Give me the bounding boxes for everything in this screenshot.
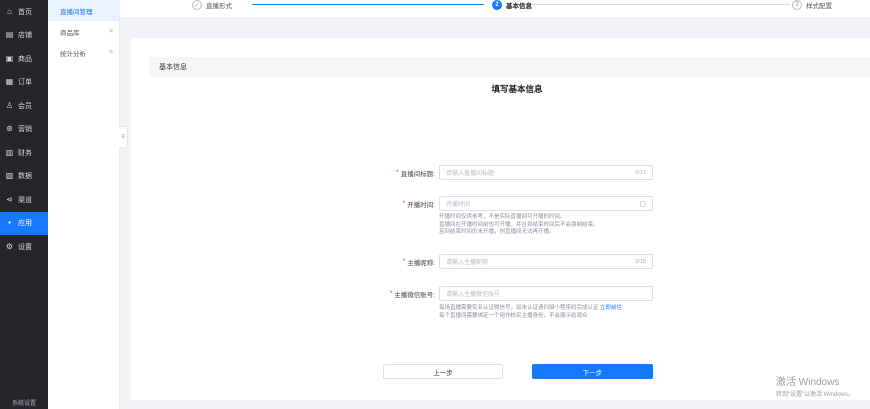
start-time-label: * 开播时间: — [402, 200, 435, 209]
char-counter: 0/17 — [635, 169, 646, 176]
nav-item-label: 会员 — [18, 102, 32, 110]
nav-item-5[interactable]: ⊛ 营销 — [0, 118, 48, 142]
subnav-item-1[interactable]: 商品库 > — [48, 21, 119, 42]
section-title: 基本信息 — [149, 57, 870, 77]
nav-item-label: 营销 — [18, 126, 32, 134]
anchor-name-input[interactable]: 请输入主播昵称 0/15 — [439, 254, 653, 269]
main-nav: ⌂ 首页 ▤ 店铺 ▣ 商品 ▦ 订单 ♙ 会员 ⊛ 营销 ▥ 财务 ▧ 数据 ⋖ 渠道 ▪ 应用 ⚙ 设置 — [0, 0, 48, 409]
subnav-item-0[interactable]: 直播间管理 — [48, 0, 119, 21]
step-number: 2 — [492, 0, 502, 10]
goods-icon: ▣ — [5, 53, 14, 63]
step-3: 3 样式配置 — [792, 0, 832, 10]
previous-step-button[interactable]: 上一步 — [383, 364, 503, 379]
subnav-item-label: 商品库 — [60, 29, 80, 37]
home-icon: ⌂ — [7, 6, 12, 16]
subnav-item-label: 直播间管理 — [60, 8, 93, 16]
room-title-row: * 直播间标题: — [331, 165, 435, 180]
step-label: 样式配置 — [806, 3, 832, 10]
nav-item-label: 渠道 — [18, 196, 32, 204]
anchor-name-label: * 主播昵称: — [402, 258, 435, 267]
collapse-icon: ≡ — [121, 134, 125, 140]
nav-item-label: 店铺 — [18, 32, 32, 40]
finance-icon: ▥ — [5, 147, 14, 157]
nav-item-4[interactable]: ♙ 会员 — [0, 94, 48, 118]
next-step-button[interactable]: 下一步 — [532, 364, 653, 379]
nav-item-2[interactable]: ▣ 商品 — [0, 47, 48, 71]
channel-icon: ⋖ — [6, 194, 13, 204]
nav-item-1[interactable]: ▤ 店铺 — [0, 24, 48, 48]
step-2: 2 基本信息 — [492, 0, 532, 10]
step-connector-pending — [518, 4, 790, 5]
apps-icon: ▪ — [8, 218, 11, 228]
go-now-link[interactable]: 立即前往 — [600, 305, 622, 311]
check-icon: ✓ — [192, 0, 202, 10]
room-title-input[interactable]: 请输入直播间标题 0/17 — [439, 165, 653, 180]
settings-icon: ⚙ — [5, 241, 14, 251]
start-time-picker[interactable]: 开播时间 ▢ — [439, 196, 653, 211]
anchor-wechat-row: * 主播微信账号: — [331, 286, 435, 301]
anchor-wechat-hint: 每场直播需要实名认证微信号，如未认证请扫描小程序码完成认证 立即前往 每个直播间… — [439, 305, 623, 319]
nav-item-label: 设置 — [18, 243, 32, 251]
chevron-right-icon: > — [108, 28, 113, 35]
step-connector-complete — [252, 4, 484, 5]
char-counter: 0/15 — [635, 258, 646, 265]
step-number: 3 — [792, 0, 802, 10]
nav-item-7[interactable]: ▧ 数据 — [0, 165, 48, 189]
subnav-item-2[interactable]: 统计分析 > — [48, 42, 119, 63]
anchor-name-row: * 主播昵称: — [331, 254, 435, 269]
chevron-right-icon: > — [108, 49, 113, 56]
collapse-sidebar-button[interactable]: ≡ — [119, 126, 128, 148]
nav-item-label: 订单 — [18, 79, 32, 87]
step-label: 直播形式 — [206, 3, 232, 10]
nav-item-8[interactable]: ⋖ 渠道 — [0, 188, 48, 212]
nav-item-6[interactable]: ▥ 财务 — [0, 141, 48, 165]
nav-item-10[interactable]: ⚙ 设置 — [0, 235, 48, 259]
nav-item-label: 首页 — [18, 8, 32, 16]
nav-item-label: 商品 — [18, 55, 32, 63]
step-1: ✓ 直播形式 — [192, 0, 232, 10]
nav-item-label: 数据 — [18, 173, 32, 181]
order-icon: ▦ — [5, 77, 14, 87]
data-icon: ▧ — [5, 171, 14, 181]
marketing-icon: ⊛ — [6, 124, 13, 134]
form-title: 填写基本信息 — [491, 84, 543, 94]
progress-steps: ✓ 直播形式 2 基本信息 3 样式配置 — [120, 0, 870, 17]
start-time-hint: 开播时间仅供参考，不是实际直播间可开播的时间。 直播间在开播时间前也可开播，并且… — [439, 214, 599, 235]
start-time-row: * 开播时间: — [331, 196, 435, 211]
step-label: 基本信息 — [506, 3, 532, 10]
sub-nav: 直播间管理商品库 > 统计分析 > — [48, 0, 120, 409]
calendar-icon: ▢ — [639, 200, 646, 208]
member-icon: ♙ — [5, 100, 14, 110]
room-title-label: * 直播间标题: — [396, 169, 435, 178]
nav-item-9[interactable]: ▪ 应用 — [0, 211, 48, 235]
nav-item-label: 财务 — [18, 149, 32, 157]
subnav-item-label: 统计分析 — [60, 50, 86, 58]
windows-activation-watermark: 激活 Windows 转到“设置”以激活 Windows。 — [776, 377, 855, 398]
nav-item-3[interactable]: ▦ 订单 — [0, 71, 48, 95]
store-icon: ▤ — [5, 30, 14, 40]
nav-item-0[interactable]: ⌂ 首页 — [0, 0, 48, 24]
nav-item-label: 应用 — [18, 220, 32, 228]
anchor-wechat-input[interactable]: 请输入主播微信账号 — [439, 286, 653, 301]
system-settings-link[interactable]: 系统设置 — [0, 395, 48, 409]
anchor-wechat-label: * 主播微信账号: — [389, 290, 435, 299]
